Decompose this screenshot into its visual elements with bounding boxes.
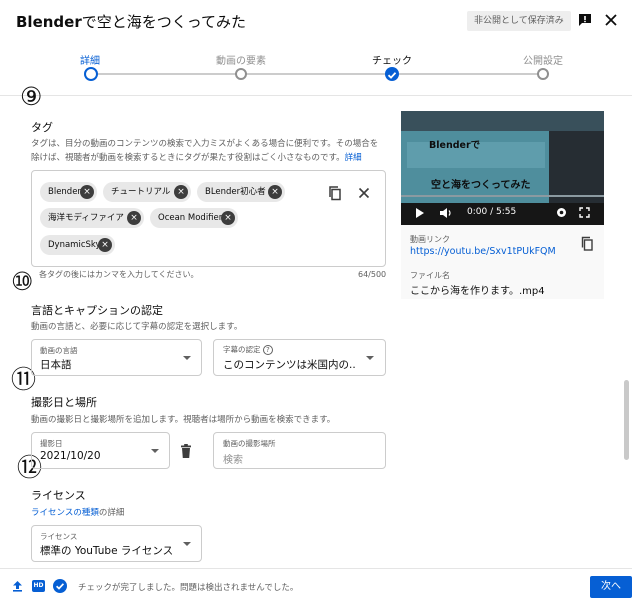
blender-properties-panel bbox=[549, 131, 604, 203]
help-icon[interactable]: ? bbox=[262, 345, 273, 355]
remove-tag-icon[interactable]: × bbox=[221, 211, 235, 225]
annotation-number: ⑨ bbox=[20, 82, 43, 111]
check-status-text: チェックが完了しました。問題は検出されませんでした。 bbox=[78, 583, 299, 593]
chevron-down-icon bbox=[366, 356, 374, 360]
page-title: Blenderで空と海をつくってみた bbox=[16, 13, 247, 31]
check-icon bbox=[387, 72, 397, 79]
tags-more-link[interactable]: 詳細 bbox=[345, 153, 362, 163]
next-button[interactable]: 次へ bbox=[590, 576, 632, 598]
remove-tag-icon[interactable]: × bbox=[268, 185, 282, 199]
file-name: ここから海を作ります。.mp4 bbox=[410, 286, 545, 297]
license-title: ライセンス bbox=[31, 489, 86, 502]
step-video-elements-dot[interactable] bbox=[235, 68, 247, 80]
status-badge: 非公開として保存済み bbox=[467, 11, 571, 31]
step-connector bbox=[398, 73, 540, 75]
settings-gear-icon[interactable] bbox=[555, 206, 568, 219]
caption-certification-select[interactable]: 字幕の認定 ? このコンテンツは米国内の... bbox=[213, 339, 386, 376]
feedback-icon[interactable] bbox=[577, 12, 593, 28]
video-language-select[interactable]: 動画の言語 日本語 bbox=[31, 339, 202, 376]
step-connector bbox=[96, 73, 238, 75]
progress-bar[interactable] bbox=[401, 195, 604, 197]
video-time: 0:00 / 5:55 bbox=[467, 207, 517, 217]
step-visibility[interactable]: 公開設定 bbox=[503, 52, 583, 67]
chevron-down-icon bbox=[183, 356, 191, 360]
header-divider bbox=[0, 95, 632, 96]
step-visibility-dot[interactable] bbox=[537, 68, 549, 80]
step-video-elements[interactable]: 動画の要素 bbox=[201, 52, 281, 67]
tags-counter: 64/500 bbox=[358, 270, 387, 279]
remove-tag-icon[interactable]: × bbox=[80, 185, 94, 199]
remove-tag-icon[interactable]: × bbox=[174, 185, 188, 199]
language-description: 動画の言語と、必要に応じて字幕の認定を選択します。 bbox=[31, 322, 243, 332]
video-player[interactable]: Blenderで 空と海をつくってみた 0:00 / 5:55 bbox=[401, 111, 604, 225]
remove-tag-icon[interactable]: × bbox=[127, 211, 141, 225]
annotation-number: ⑩ bbox=[11, 267, 34, 296]
tag-chip: Blender × bbox=[40, 182, 97, 202]
copy-link-icon[interactable] bbox=[580, 236, 594, 251]
recording-description: 動画の撮影日と撮影場所を追加します。視聴者は場所から動画を検索できます。 bbox=[31, 415, 336, 425]
recording-date-select[interactable]: 撮影日 2021/10/20 bbox=[31, 432, 170, 469]
step-checks[interactable]: チェック bbox=[352, 52, 432, 67]
thumb-title-line1: Blenderで bbox=[429, 140, 481, 151]
video-link-label: 動画リンク bbox=[410, 235, 450, 244]
chevron-down-icon bbox=[183, 542, 191, 546]
hd-icon: HD bbox=[32, 580, 45, 592]
volume-icon[interactable] bbox=[439, 207, 453, 219]
tag-chip: 海洋モディファイア × bbox=[40, 208, 144, 228]
scrollbar-thumb[interactable] bbox=[624, 380, 629, 460]
tags-description: タグは、目分の動画のコンテンツの検索で入力ミスがよくある場合に便利です。その場合… bbox=[31, 139, 379, 163]
language-title: 言語とキャプションの認定 bbox=[31, 304, 163, 317]
tag-chip: チュートリアル × bbox=[103, 182, 191, 202]
delete-icon[interactable] bbox=[180, 444, 192, 458]
file-name-label: ファイル名 bbox=[410, 271, 450, 280]
thumb-title-line2: 空と海をつくってみた bbox=[431, 180, 531, 191]
recording-title: 撮影日と場所 bbox=[31, 396, 97, 409]
chevron-down-icon bbox=[151, 449, 159, 453]
step-checks-done-dot[interactable] bbox=[385, 67, 399, 81]
clear-tags-icon[interactable] bbox=[357, 186, 371, 200]
license-types-link[interactable]: ライセンスの種類 bbox=[31, 508, 99, 518]
tag-chip: BLender初心者 × bbox=[197, 182, 285, 202]
fullscreen-icon[interactable] bbox=[579, 207, 590, 218]
play-icon[interactable] bbox=[415, 207, 425, 219]
footer-divider bbox=[0, 568, 632, 569]
step-connector bbox=[246, 73, 388, 75]
copy-icon[interactable] bbox=[327, 185, 343, 201]
tag-chip: Ocean Modifier × bbox=[150, 208, 238, 228]
upload-icon bbox=[13, 581, 22, 592]
license-description: ライセンスの種類の詳細 bbox=[31, 508, 125, 518]
check-circle-icon bbox=[53, 579, 67, 593]
step-details[interactable]: 詳細 bbox=[50, 52, 130, 67]
remove-tag-icon[interactable]: × bbox=[98, 238, 112, 252]
tag-chip: DynamicSky × bbox=[40, 235, 115, 255]
step-details-dot[interactable] bbox=[84, 67, 98, 81]
license-select[interactable]: ライセンス 標準の YouTube ライセンス bbox=[31, 525, 202, 562]
blender-topbar bbox=[401, 111, 604, 131]
tags-helper-text: 各タグの後にはカンマを入力してください。 bbox=[39, 270, 199, 279]
recording-location-input[interactable]: 動画の撮影場所 検索 bbox=[213, 432, 386, 469]
video-link[interactable]: https://youtu.be/Sxv1tPUkFQM bbox=[410, 246, 556, 257]
tags-title: タグ bbox=[31, 121, 53, 134]
close-icon[interactable] bbox=[603, 12, 619, 28]
